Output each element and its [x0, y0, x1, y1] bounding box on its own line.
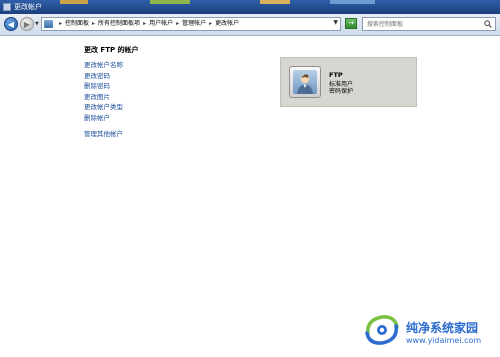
task-links: 更改帐户名称 更改密码 删除密码 更改图片 更改帐户类型 删除帐户 — [84, 60, 123, 124]
remove-password-link[interactable]: 删除密码 — [84, 81, 123, 92]
account-card: FTP 标准用户 密码保护 — [280, 57, 417, 107]
manage-other-accounts-link[interactable]: 管理其他帐户 — [84, 128, 123, 138]
screen: 更改帐户 ◀ ▶ ▼ ▸ 控制面板 ▸ 所有控制面板项 ▸ 用户帐户 ▸ 管理帐户 ▸ 更改帐户 … — [0, 0, 500, 357]
taskbar-strip — [260, 0, 290, 4]
search-input[interactable] — [367, 19, 479, 29]
user-avatar-icon — [293, 70, 317, 94]
watermark-text: 纯净系统家园 — [406, 321, 479, 335]
address-dropdown-icon[interactable]: ▼ — [333, 19, 338, 26]
refresh-button[interactable]: → — [345, 18, 357, 29]
change-name-link[interactable]: 更改帐户名称 — [84, 60, 123, 71]
breadcrumb-item-control-panel[interactable]: 控制面板 — [65, 20, 89, 27]
password-status: 密码保护 — [329, 88, 354, 95]
back-button[interactable]: ◀ — [4, 17, 18, 31]
breadcrumb-item-change-account[interactable]: 更改帐户 — [215, 20, 239, 27]
control-panel-icon — [44, 20, 53, 28]
watermark-url: www.yidaimei.com — [406, 336, 482, 345]
search-box[interactable] — [362, 17, 496, 31]
account-name: FTP — [329, 71, 343, 79]
breadcrumb-separator[interactable]: ▸ — [92, 20, 95, 27]
breadcrumb-item-all-items[interactable]: 所有控制面板项 — [98, 20, 140, 27]
breadcrumb: ▸ 控制面板 ▸ 所有控制面板项 ▸ 用户帐户 ▸ 管理帐户 ▸ 更改帐户 — [56, 18, 239, 30]
breadcrumb-separator[interactable]: ▸ — [209, 20, 212, 27]
breadcrumb-separator[interactable]: ▸ — [176, 20, 179, 27]
forward-arrow-icon: ▶ — [23, 20, 31, 29]
breadcrumb-separator[interactable]: ▸ — [143, 20, 146, 27]
page-title: 更改 FTP 的帐户 — [84, 46, 139, 54]
avatar — [289, 66, 321, 98]
window-icon — [3, 3, 11, 11]
change-picture-link[interactable]: 更改图片 — [84, 92, 123, 103]
title-bar: 更改帐户 — [0, 0, 500, 14]
history-dropdown-icon[interactable]: ▼ — [35, 21, 39, 27]
watermark-logo-icon — [365, 315, 399, 345]
refresh-icon: → — [348, 19, 354, 27]
breadcrumb-item-manage-accounts[interactable]: 管理帐户 — [182, 20, 206, 27]
breadcrumb-separator: ▸ — [59, 20, 63, 27]
forward-button[interactable]: ▶ — [20, 17, 34, 31]
taskbar-strip — [150, 0, 190, 4]
address-toolbar: ◀ ▶ ▼ ▸ 控制面板 ▸ 所有控制面板项 ▸ 用户帐户 ▸ 管理帐户 ▸ 更改帐户 ▼ → — [0, 14, 500, 36]
change-account-type-link[interactable]: 更改帐户类型 — [84, 102, 123, 113]
delete-account-link[interactable]: 删除帐户 — [84, 113, 123, 124]
taskbar-strip — [60, 0, 88, 4]
taskbar-strip — [330, 0, 375, 4]
back-arrow-icon: ◀ — [7, 20, 15, 29]
change-password-link[interactable]: 更改密码 — [84, 71, 123, 82]
address-bar[interactable]: ▸ 控制面板 ▸ 所有控制面板项 ▸ 用户帐户 ▸ 管理帐户 ▸ 更改帐户 ▼ — [41, 17, 341, 31]
window-title: 更改帐户 — [14, 3, 42, 11]
search-icon[interactable] — [484, 20, 492, 28]
breadcrumb-item-user-accounts[interactable]: 用户帐户 — [149, 20, 173, 27]
